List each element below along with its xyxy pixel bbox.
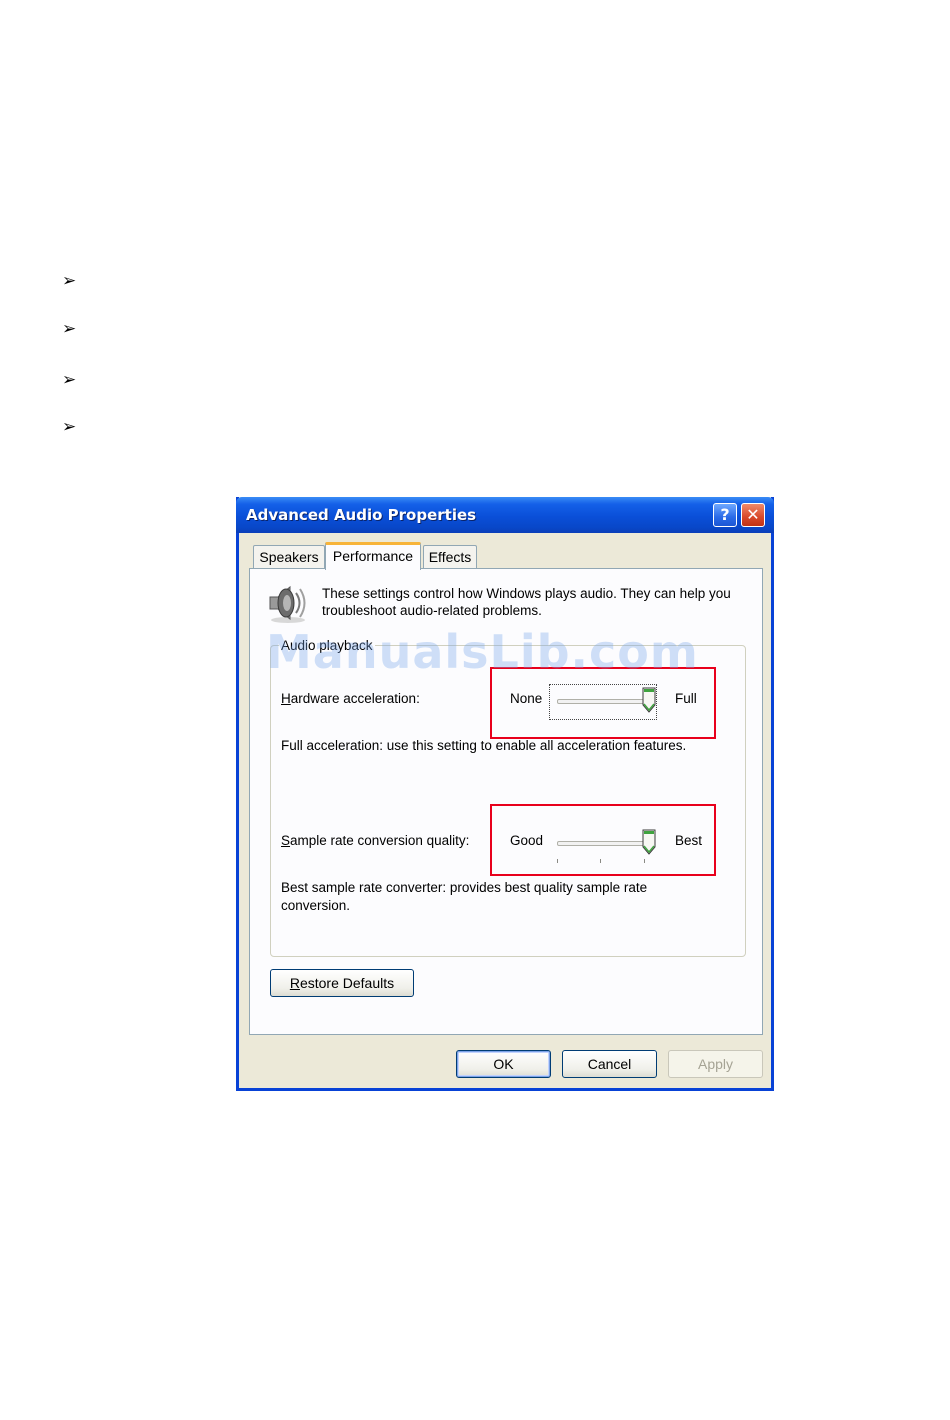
arrow-bullet-icon: ➢ xyxy=(62,319,77,338)
title-bar[interactable]: Advanced Audio Properties ? ✕ xyxy=(236,497,774,533)
cancel-button[interactable]: Cancel xyxy=(562,1050,657,1078)
performance-panel: These settings control how Windows plays… xyxy=(249,568,763,1035)
group-title: Audio playback xyxy=(279,638,375,653)
sample-rate-description: Best sample rate converter: provides bes… xyxy=(281,880,648,913)
arrow-bullet-icon: ➢ xyxy=(62,370,77,389)
advanced-audio-properties-dialog: Advanced Audio Properties ? ✕ Speakers P… xyxy=(236,497,774,1091)
intro-text: These settings control how Windows plays… xyxy=(322,586,731,618)
tab-effects[interactable]: Effects xyxy=(423,545,477,569)
speaker-icon xyxy=(269,585,306,623)
sample-rate-label: Sample rate conversion quality: xyxy=(281,833,470,848)
hardware-acceleration-label: Hardware acceleration: xyxy=(281,691,420,706)
help-button[interactable]: ? xyxy=(713,503,737,527)
ok-button[interactable]: OK xyxy=(456,1050,551,1078)
highlight-box-hardware xyxy=(490,667,716,739)
highlight-box-sample-rate xyxy=(490,804,716,876)
arrow-bullet-icon: ➢ xyxy=(62,271,77,290)
restore-defaults-button[interactable]: Restore Defaults xyxy=(270,969,414,997)
window-title: Advanced Audio Properties xyxy=(246,506,477,524)
hardware-acceleration-description: Full acceleration: use this setting to e… xyxy=(281,738,687,753)
arrow-bullet-icon: ➢ xyxy=(62,417,77,436)
tab-performance[interactable]: Performance xyxy=(325,542,421,570)
tab-speakers[interactable]: Speakers xyxy=(253,545,325,569)
apply-button[interactable]: Apply xyxy=(668,1050,763,1078)
close-button[interactable]: ✕ xyxy=(741,503,765,527)
